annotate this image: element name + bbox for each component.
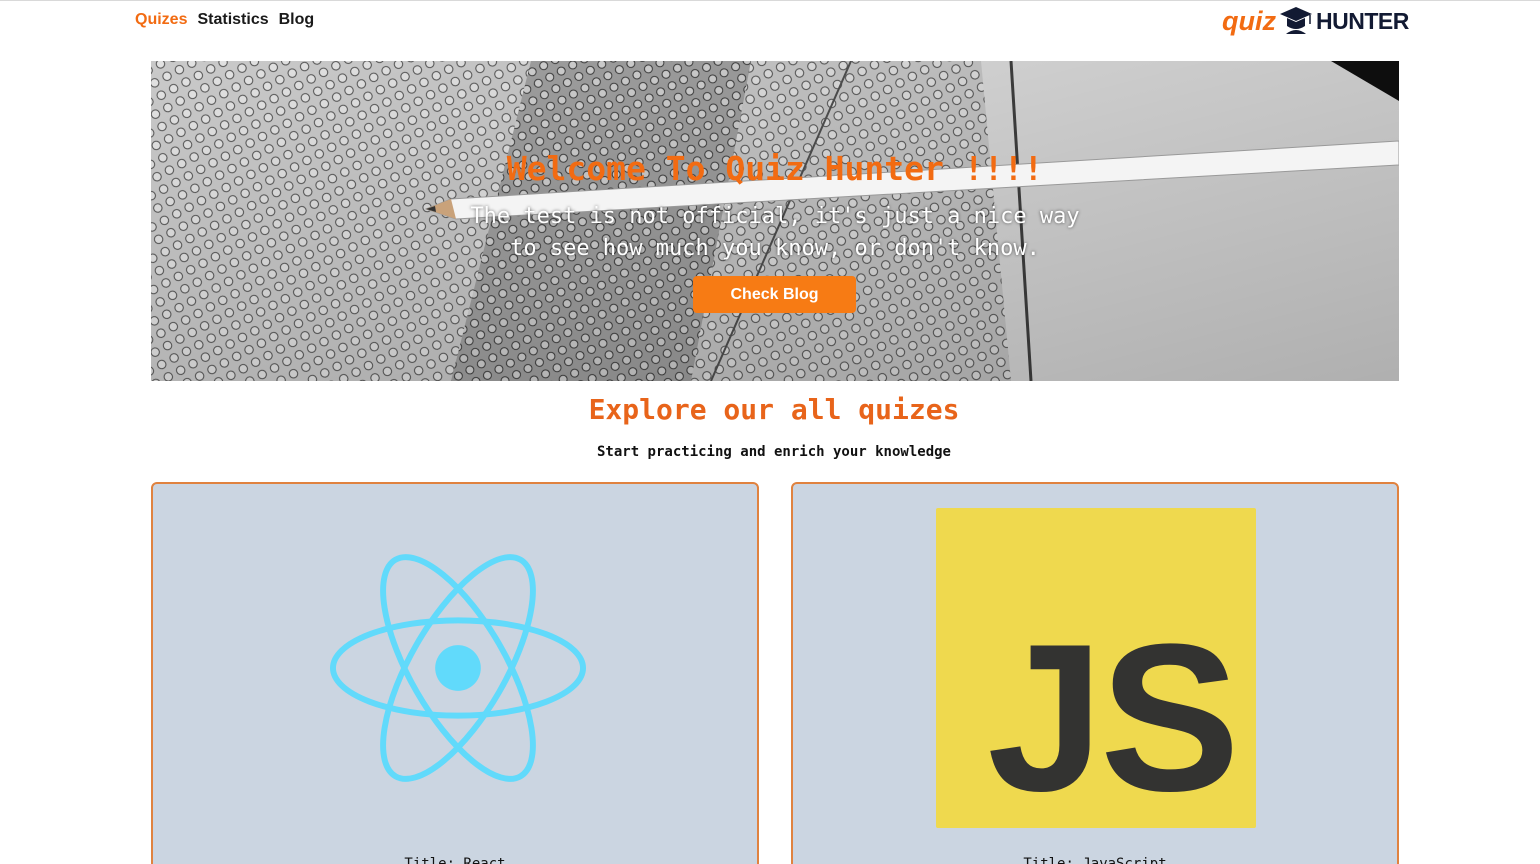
quiz-card-title: Title: React [404, 856, 506, 864]
logo-quiz-text: quiz [1222, 6, 1276, 36]
hero-subtitle: The test is not official, it's just a ni… [470, 204, 1080, 261]
logo-hunter-text: HUNTER [1316, 8, 1409, 34]
react-logo-icon [329, 554, 587, 782]
javascript-logo-text: JS [987, 600, 1240, 835]
nav-link-statistics[interactable]: Statistics [197, 11, 268, 29]
quiz-card-javascript[interactable]: JS Title: JavaScript [791, 482, 1399, 864]
graduation-cap-icon [1280, 7, 1312, 34]
nav-link-blog[interactable]: Blog [279, 11, 315, 29]
section-title: Explore our all quizes [588, 393, 960, 426]
site-logo[interactable]: quiz HUNTER [1222, 4, 1409, 38]
nav-link-quizes[interactable]: Quizes [135, 11, 187, 29]
javascript-logo-icon: JS [936, 508, 1256, 828]
hero-banner: Welcome To Quiz Hunter !!!! The test is … [151, 61, 1399, 381]
top-border [0, 0, 1540, 1]
hero-title: Welcome To Quiz Hunter !!!! [506, 149, 1044, 188]
quiz-card-title: Title: JavaScript [1023, 856, 1167, 864]
check-blog-button[interactable]: Check Blog [693, 276, 856, 313]
quiz-card-react[interactable]: Title: React [151, 482, 759, 864]
page: Quizes Statistics Blog quiz HUNTER Welco… [0, 0, 1540, 864]
main-nav: Quizes Statistics Blog [135, 11, 314, 29]
section-subtitle: Start practicing and enrich your knowled… [596, 444, 951, 460]
